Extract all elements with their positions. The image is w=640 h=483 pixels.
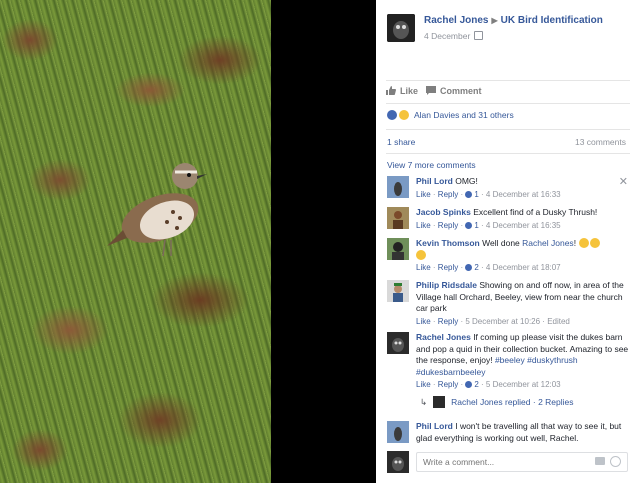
comment-time[interactable]: 4 December at 16:35 — [486, 221, 561, 230]
like-count[interactable]: 2 — [474, 263, 478, 272]
comment-reply-link[interactable]: Reply — [438, 380, 458, 389]
shares-row: 1 share 13 comments — [386, 129, 630, 154]
comment-button[interactable]: Comment — [426, 86, 482, 96]
comment-text: OMG! — [455, 176, 478, 186]
photo-viewer — [0, 0, 376, 483]
replied-text[interactable]: Rachel Jones replied — [451, 397, 530, 407]
comment-meta: Like · Reply · 5 December at 10:26 · Edi… — [416, 316, 570, 326]
write-comment-row — [387, 451, 631, 475]
comment-like-link[interactable]: Like — [416, 221, 431, 230]
dusky-thrush-image — [107, 163, 207, 257]
post-action-bar: Like Comment — [386, 80, 630, 104]
like-reaction-icon — [387, 110, 397, 120]
replies-summary[interactable]: ↳ Rachel Jones replied · 2 Replies — [420, 396, 574, 408]
globe-icon — [474, 31, 484, 40]
reply-avatar — [433, 396, 446, 408]
comment-time[interactable]: 4 December at 18:07 — [486, 263, 561, 272]
commenter-avatar[interactable] — [387, 207, 409, 229]
like-icon — [386, 86, 396, 95]
commenter-name[interactable]: Phil Lord — [416, 421, 453, 431]
comment-icon — [426, 86, 436, 95]
commenter-avatar[interactable] — [387, 332, 409, 354]
comment-like-link[interactable]: Like — [416, 190, 431, 199]
comment-text-end: ! — [573, 238, 577, 248]
comment-meta: Like · Reply · 1 · 4 December at 16:35 — [416, 220, 561, 230]
commenter-avatar[interactable] — [387, 421, 409, 443]
comment-reply-link[interactable]: Reply — [438, 263, 458, 272]
like-count-icon — [465, 264, 473, 271]
comment-like-link[interactable]: Like — [416, 263, 431, 272]
comment-meta: Like · Reply · 2 · 5 December at 12:03 — [416, 380, 561, 389]
replies-count[interactable]: 2 Replies — [538, 397, 573, 407]
grin-emoji-icon — [590, 238, 601, 248]
comment-reply-link[interactable]: Reply — [438, 221, 458, 230]
camera-icon[interactable] — [595, 457, 605, 465]
reply-arrow-icon: ↳ — [420, 397, 428, 407]
group-link[interactable]: UK Bird Identification — [501, 15, 603, 26]
post-author-link[interactable]: Rachel Jones — [424, 15, 488, 26]
comment-time[interactable]: 5 December at 10:26 — [465, 317, 540, 326]
commenter-avatar[interactable] — [387, 238, 409, 260]
commenter-avatar[interactable] — [387, 280, 409, 302]
comments-count[interactable]: 13 comments — [575, 137, 626, 147]
mention-link[interactable]: Rachel Jones — [522, 238, 574, 248]
hashtag-link[interactable]: #duskythrush — [527, 355, 578, 365]
commenter-name[interactable]: Kevin Thomson — [416, 238, 480, 248]
wow-reaction-icon — [399, 110, 409, 120]
grin-emoji-icon — [416, 249, 426, 260]
post-header: Rachel Jones ▶ UK Bird Identification 4 De… — [376, 0, 640, 80]
like-button[interactable]: Like — [386, 86, 418, 96]
reactions-text[interactable]: Alan Davies and 31 others — [414, 110, 514, 120]
comment-time[interactable]: 4 December at 16:33 — [486, 190, 561, 199]
commenter-name[interactable]: Phil Lord — [416, 176, 453, 186]
commenter-avatar[interactable] — [387, 176, 409, 198]
like-count-icon — [465, 221, 473, 229]
comment-text: Excellent find of a Dusky Thrush! — [473, 207, 598, 217]
commenter-name[interactable]: Jacob Spinks — [416, 207, 471, 217]
like-count[interactable]: 1 — [474, 221, 478, 230]
post-date: 4 December — [424, 31, 484, 41]
post-timestamp[interactable]: 4 December — [424, 31, 470, 41]
comment-time[interactable]: 5 December at 12:03 — [486, 380, 561, 389]
like-label: Like — [400, 86, 419, 96]
commenter-name[interactable]: Philip Ridsdale — [416, 280, 477, 290]
comment-meta: Like · Reply · 2 · 4 December at 18:07 — [416, 263, 561, 272]
like-count[interactable]: 1 — [474, 190, 478, 199]
post-title-line: Rachel Jones ▶ UK Bird Identification — [424, 15, 603, 26]
like-count-icon — [465, 381, 473, 388]
edited-label[interactable]: Edited — [547, 317, 570, 326]
hashtag-link[interactable]: #beeley — [495, 355, 525, 365]
comment-like-link[interactable]: Like — [416, 380, 431, 389]
like-count[interactable]: 2 — [474, 380, 478, 389]
comment-meta: Like · Reply · 1 · 4 December at 16:33 — [416, 189, 561, 199]
hashtag-link[interactable]: #dukesbarnbeeley — [416, 367, 485, 377]
commenter-name[interactable]: Rachel Jones — [416, 332, 471, 342]
comment-like-link[interactable]: Like — [416, 317, 431, 326]
emoji-icon[interactable] — [610, 456, 621, 467]
shares-count[interactable]: 1 share — [387, 137, 415, 147]
bird-photo — [0, 0, 271, 483]
grin-emoji-icon — [579, 238, 590, 248]
comment-panel: Rachel Jones ▶ UK Bird Identification 4 De… — [376, 0, 640, 483]
comment-label: Comment — [440, 86, 482, 96]
reactions-row[interactable]: Alan Davies and 31 others — [386, 102, 630, 130]
view-more-comments-link[interactable]: View 7 more comments — [387, 160, 476, 170]
poster-avatar[interactable] — [387, 14, 415, 42]
comment-reply-link[interactable]: Reply — [438, 317, 458, 326]
comment-text: Well done — [482, 238, 520, 248]
comment-reply-link[interactable]: Reply — [438, 190, 458, 199]
current-user-avatar — [387, 451, 409, 473]
caret-right-icon: ▶ — [491, 16, 498, 25]
like-count-icon — [465, 190, 473, 198]
